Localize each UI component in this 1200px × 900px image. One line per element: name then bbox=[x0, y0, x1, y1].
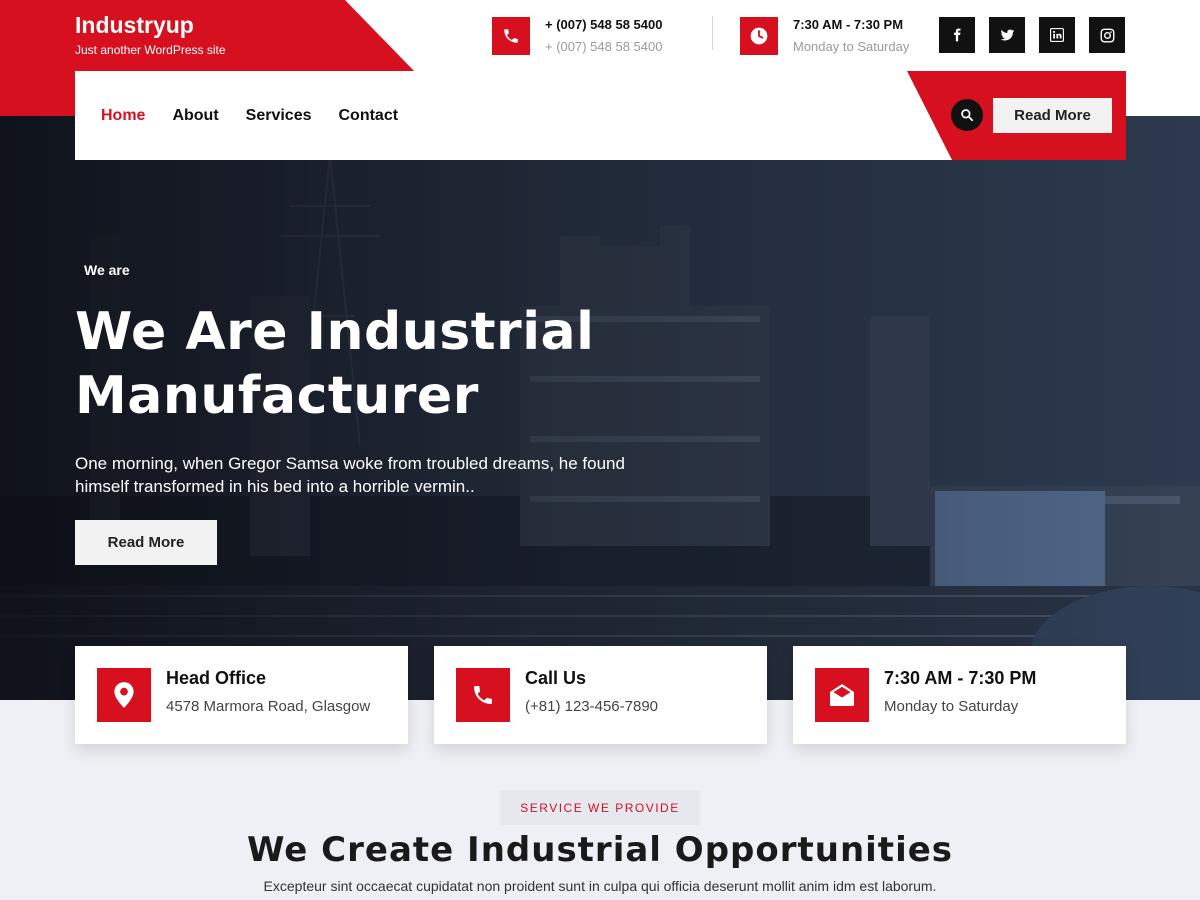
facebook-icon[interactable] bbox=[939, 17, 975, 53]
nav-menu: Home About Services Contact bbox=[101, 71, 398, 160]
header-phone-contact: + (007) 548 58 5400 + (007) 548 58 5400 bbox=[492, 16, 662, 56]
card-text[interactable]: (+81) 123-456-7890 bbox=[525, 698, 658, 715]
card-title: Call Us bbox=[525, 668, 587, 688]
phone-secondary[interactable]: + (007) 548 58 5400 bbox=[545, 36, 662, 58]
site-tagline: Just another WordPress site bbox=[75, 43, 226, 57]
map-pin-icon bbox=[97, 668, 151, 722]
nav-item-contact[interactable]: Contact bbox=[339, 107, 399, 125]
header-divider bbox=[712, 16, 713, 50]
hero-read-more-button[interactable]: Read More bbox=[75, 520, 217, 565]
nav-item-about[interactable]: About bbox=[172, 107, 218, 125]
brand: Industryup Just another WordPress site bbox=[75, 12, 226, 57]
info-card-hours: 7:30 AM - 7:30 PM Monday to Saturday bbox=[793, 646, 1126, 744]
services-title: We Create Industrial Opportunities bbox=[246, 830, 954, 870]
hero-title: We Are Industrial Manufacturer bbox=[75, 300, 675, 428]
hours-text: 7:30 AM - 7:30 PM Monday to Saturday bbox=[793, 14, 909, 58]
hours-days: Monday to Saturday bbox=[793, 39, 910, 54]
services-tag: SERVICE WE PROVIDE bbox=[500, 790, 700, 825]
header-hours-contact: 7:30 AM - 7:30 PM Monday to Saturday bbox=[740, 16, 909, 56]
search-icon[interactable] bbox=[951, 99, 983, 131]
page: We are We Are Industrial Manufacturer On… bbox=[0, 0, 1200, 900]
phone-text: + (007) 548 58 5400 + (007) 548 58 5400 bbox=[545, 14, 662, 58]
nav-item-home[interactable]: Home bbox=[101, 107, 145, 125]
instagram-icon[interactable] bbox=[1089, 17, 1125, 53]
info-card-head-office: Head Office 4578 Marmora Road, Glasgow bbox=[75, 646, 408, 744]
phone-icon bbox=[492, 17, 530, 55]
services-description: Excepteur sint occaecat cupidatat non pr… bbox=[263, 878, 937, 894]
phone-icon bbox=[456, 668, 510, 722]
card-text: Monday to Saturday bbox=[884, 698, 1019, 715]
hero-section: We are We Are Industrial Manufacturer On… bbox=[0, 116, 1200, 700]
linkedin-icon[interactable] bbox=[1039, 17, 1075, 53]
card-body: 7:30 AM - 7:30 PM Monday to Saturday bbox=[884, 668, 1036, 715]
card-body: Head Office 4578 Marmora Road, Glasgow bbox=[166, 668, 370, 715]
nav-item-services[interactable]: Services bbox=[246, 107, 312, 125]
hero-title-line1: We Are Industrial bbox=[75, 302, 595, 362]
clock-icon bbox=[740, 17, 778, 55]
info-card-call-us: Call Us (+81) 123-456-7890 bbox=[434, 646, 767, 744]
main-navigation: Home About Services Contact Read More bbox=[75, 71, 1126, 160]
site-logo-title[interactable]: Industryup bbox=[75, 12, 226, 39]
envelope-open-icon bbox=[815, 668, 869, 722]
header-read-more-button[interactable]: Read More bbox=[993, 98, 1112, 133]
card-text: 4578 Marmora Road, Glasgow bbox=[166, 698, 371, 715]
card-body: Call Us (+81) 123-456-7890 bbox=[525, 668, 658, 715]
card-title: Head Office bbox=[166, 668, 267, 688]
social-links bbox=[939, 17, 1125, 53]
hours-main: 7:30 AM - 7:30 PM bbox=[793, 17, 904, 32]
card-title: 7:30 AM - 7:30 PM bbox=[884, 668, 1037, 688]
twitter-icon[interactable] bbox=[989, 17, 1025, 53]
hero-description: One morning, when Gregor Samsa woke from… bbox=[75, 454, 625, 496]
phone-main[interactable]: + (007) 548 58 5400 bbox=[545, 14, 662, 36]
hero-eyebrow: We are bbox=[84, 262, 130, 278]
hero-title-line2: Manufacturer bbox=[75, 366, 479, 426]
hero-content: We are We Are Industrial Manufacturer On… bbox=[75, 262, 675, 565]
